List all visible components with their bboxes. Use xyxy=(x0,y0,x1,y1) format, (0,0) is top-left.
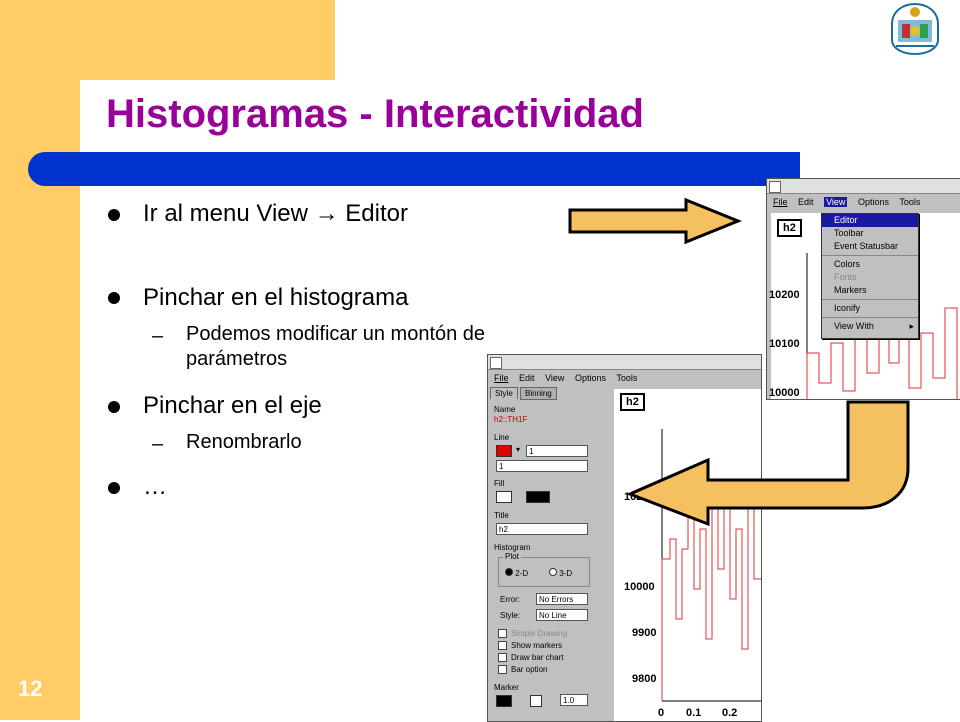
bullet-view-editor: Ir al menu View → Editor xyxy=(143,200,408,227)
menu-item-iconify[interactable]: Iconify xyxy=(822,302,918,315)
line-style-select[interactable]: 1 xyxy=(496,460,588,472)
menu-view[interactable]: View xyxy=(824,197,848,207)
fill-pattern-swatch[interactable] xyxy=(526,491,550,503)
sub-dash: – xyxy=(152,433,164,455)
menu-item-colors[interactable]: Colors xyxy=(822,258,918,271)
tab-binning[interactable]: Binning xyxy=(520,387,557,400)
bullet-click-axis: Pinchar en el eje xyxy=(143,392,322,419)
radio-3d[interactable]: 3-D xyxy=(549,568,572,578)
slide-title: Histogramas - Interactividad xyxy=(106,92,644,136)
root-icon xyxy=(490,357,502,369)
name-label: Name xyxy=(494,405,516,414)
line-label: Line xyxy=(494,433,510,442)
window-titlebar xyxy=(488,355,761,370)
error-label: Error: xyxy=(500,595,520,604)
radio-2d[interactable]: 2-D xyxy=(505,568,528,578)
sub-modify-params-line1: Podemos modificar un montón de xyxy=(186,323,486,345)
menu-view[interactable]: View xyxy=(545,373,564,383)
checkbox-draw-bar-chart[interactable]: Draw bar chart xyxy=(498,653,564,663)
menu-edit[interactable]: Edit xyxy=(798,197,814,207)
checkbox-label: Draw bar chart xyxy=(511,653,564,662)
editor-tabs: Style Binning xyxy=(490,387,612,401)
menu-file[interactable]: File xyxy=(773,197,788,207)
menu-options[interactable]: Options xyxy=(575,373,606,383)
plot-group: Plot 2-D 3-D xyxy=(498,552,590,587)
view-dropdown-menu: Editor Toolbar Event Statusbar Colors Fo… xyxy=(821,213,919,339)
menu-options[interactable]: Options xyxy=(858,197,889,207)
canvas-window-view-menu: File Edit View Options Tools h2 10200 10… xyxy=(766,178,960,400)
menu-item-toolbar[interactable]: Toolbar xyxy=(822,227,918,240)
menu-item-markers[interactable]: Markers xyxy=(822,284,918,297)
marker-label: Marker xyxy=(494,683,519,692)
checkbox-simple-drawing[interactable]: Simple Drawing xyxy=(498,629,568,639)
radio-2d-label: 2-D xyxy=(515,569,529,578)
marker-size-value: 1.0 xyxy=(563,696,575,705)
style-label: Style: xyxy=(500,611,521,620)
plot-label: Plot xyxy=(503,552,521,561)
menu-item-event-statusbar[interactable]: Event Statusbar xyxy=(822,240,918,253)
checkbox-label: Bar option xyxy=(511,665,548,674)
menu-item-view-with-label: View With xyxy=(834,321,874,331)
page-number: 12 xyxy=(18,676,43,701)
menu-separator xyxy=(822,317,918,318)
checkbox-bar-option[interactable]: Bar option xyxy=(498,665,548,675)
fill-color-swatch[interactable] xyxy=(496,491,512,503)
window-titlebar xyxy=(767,179,960,194)
menu-tools[interactable]: Tools xyxy=(616,373,637,383)
sub-rename: Renombrarlo xyxy=(186,431,302,453)
bullet-dot xyxy=(108,209,120,221)
checkbox-label: Simple Drawing xyxy=(511,629,568,638)
tab-style[interactable]: Style xyxy=(490,387,518,399)
top-accent-band xyxy=(80,0,335,80)
menu-file[interactable]: File xyxy=(494,373,509,383)
menu-item-fonts: Fonts xyxy=(834,272,857,282)
menu-edit[interactable]: Edit xyxy=(519,373,535,383)
title-input[interactable]: h2 xyxy=(496,523,588,535)
chevron-down-icon[interactable]: ▾ xyxy=(516,445,520,454)
title-underline-bar xyxy=(28,152,800,186)
bullet-ellipsis: … xyxy=(143,473,167,500)
bullet-dot xyxy=(108,292,120,304)
checkbox-label: Show markers xyxy=(511,641,563,650)
menu-separator xyxy=(822,299,918,300)
checkbox-show-markers[interactable]: Show markers xyxy=(498,641,563,651)
submenu-arrow-icon: ▸ xyxy=(909,321,914,331)
title-input-value: h2 xyxy=(499,525,508,534)
sub-modify-params-line2: parámetros xyxy=(186,348,288,370)
menu-item-view-with[interactable]: View With ▸ xyxy=(822,320,918,333)
line-width-value: 1 xyxy=(529,447,534,456)
radio-3d-label: 3-D xyxy=(559,569,573,578)
university-seal-logo xyxy=(891,2,939,56)
menu-bar: File Edit View Options Tools xyxy=(767,194,960,210)
line-width-select[interactable]: 1 xyxy=(526,445,588,457)
bullet-click-histogram: Pinchar en el histograma xyxy=(143,284,409,311)
curved-left-arrow-icon xyxy=(626,400,910,527)
menu-item-editor[interactable]: Editor xyxy=(822,214,918,227)
style-select[interactable]: No Line xyxy=(536,609,588,621)
right-arrow-icon xyxy=(568,197,742,245)
histogram-label: Histogram xyxy=(494,543,531,552)
menu-separator xyxy=(822,255,918,256)
root-icon xyxy=(769,181,781,193)
marker-style-swatch[interactable] xyxy=(530,695,542,707)
menu-bar: File Edit View Options Tools xyxy=(488,370,761,386)
error-select[interactable]: No Errors xyxy=(536,593,588,605)
fill-label: Fill xyxy=(494,479,505,488)
line-style-value: 1 xyxy=(499,462,504,471)
left-accent-band xyxy=(0,0,80,720)
bullet-dot xyxy=(108,482,120,494)
bullet-dot xyxy=(108,401,120,413)
ged-editor-panel: Style Binning Name h2::TH1F Line ▾ 1 1 F… xyxy=(490,387,612,721)
name-value: h2::TH1F xyxy=(494,415,528,424)
style-select-value: No Line xyxy=(539,611,567,620)
marker-color-swatch[interactable] xyxy=(496,695,512,707)
marker-size-spinbox[interactable]: 1.0 xyxy=(560,694,588,706)
menu-tools[interactable]: Tools xyxy=(899,197,920,207)
sub-dash: – xyxy=(152,325,164,347)
title-label: Title xyxy=(494,511,509,520)
line-color-swatch[interactable] xyxy=(496,445,512,457)
error-select-value: No Errors xyxy=(539,595,574,604)
